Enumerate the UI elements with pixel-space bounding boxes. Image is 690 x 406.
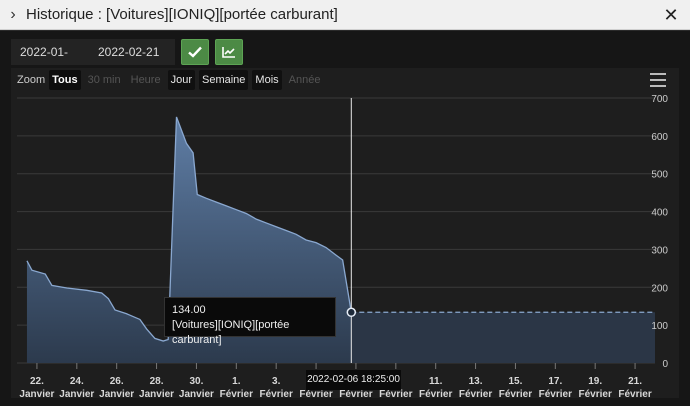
zoom-button-30min[interactable]: 30 min: [85, 70, 124, 90]
zoom-button-week[interactable]: Semaine: [199, 70, 249, 90]
x-tick-label: Février: [299, 389, 332, 400]
x-tick-label: Février: [579, 389, 612, 400]
chart-tooltip: 134.00 [Voitures][IONIQ][portée carburan…: [164, 297, 336, 346]
x-tick-label: Février: [419, 389, 452, 400]
y-tick-label: 600: [651, 132, 668, 143]
x-tick-label: 1.: [232, 376, 241, 387]
zoom-label: Zoom: [17, 74, 46, 86]
x-tick-label: Janvier: [99, 389, 134, 400]
highlight-point-marker: [346, 307, 357, 318]
y-tick-label: 300: [651, 245, 668, 256]
x-tick-label: 24.: [70, 376, 84, 387]
x-tick-label: 15.: [508, 376, 522, 387]
y-tick-label: 500: [651, 170, 668, 181]
x-tick-label: 19.: [588, 376, 602, 387]
x-tick-label: 28.: [150, 376, 164, 387]
history-chart[interactable]: 0 100 200 300 400 500 600 700 22. Janvier 24. Janv…: [0, 0, 690, 406]
zoom-button-year[interactable]: Année: [286, 70, 324, 90]
x-tick-label: 30.: [189, 376, 203, 387]
x-tick-label: Février: [260, 389, 293, 400]
tooltip-series: [Voitures][IONIQ][portée carburant]: [172, 319, 290, 346]
zoom-button-all[interactable]: Tous: [49, 70, 81, 90]
tooltip-value: 134.00: [172, 304, 206, 316]
x-tick-label: Février: [618, 389, 651, 400]
y-tick-label: 0: [662, 359, 668, 370]
x-tick-label: 22.: [30, 376, 44, 387]
x-tick-label: Janvier: [19, 389, 54, 400]
x-tick-label: Février: [339, 389, 372, 400]
x-tick-label: Février: [379, 389, 412, 400]
y-tick-label: 100: [651, 321, 668, 332]
chart-menu-icon[interactable]: [647, 70, 669, 90]
x-tick-label: Février: [459, 389, 492, 400]
x-tick-label: Février: [220, 389, 253, 400]
zoom-button-hour[interactable]: Heure: [128, 70, 164, 90]
x-tick-label: 26.: [110, 376, 124, 387]
series-area-projected: [351, 312, 655, 363]
y-tick-label: 400: [651, 208, 668, 219]
zoom-button-day[interactable]: Jour: [167, 70, 195, 90]
x-tick-label: 17.: [548, 376, 562, 387]
x-tick-label: Janvier: [59, 389, 94, 400]
y-tick-label: 700: [651, 94, 668, 105]
x-tick-label: Février: [499, 389, 532, 400]
x-tick-label: 3.: [272, 376, 281, 387]
x-tick-label: Février: [539, 389, 572, 400]
x-tick-label: 13.: [469, 376, 483, 387]
x-tick-label: Janvier: [139, 389, 174, 400]
y-tick-label: 200: [651, 283, 668, 294]
x-tick-label: 21.: [628, 376, 642, 387]
x-tick-label: 11.: [429, 376, 443, 387]
zoom-bar: Zoom Tous 30 min Heure Jour Semaine Mois…: [17, 69, 327, 91]
zoom-button-month[interactable]: Mois: [252, 70, 282, 90]
crosshair-date-label: 2022-02-06 18:25:00: [306, 370, 401, 390]
x-tick-label: Janvier: [179, 389, 214, 400]
